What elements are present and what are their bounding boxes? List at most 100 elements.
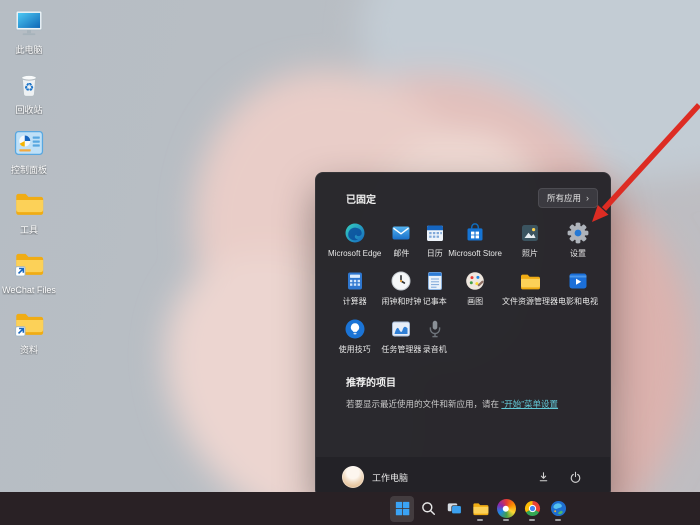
win-start-icon — [393, 499, 412, 518]
download-icon — [539, 471, 547, 481]
search-icon — [419, 499, 438, 518]
settings-icon — [565, 220, 591, 246]
pinned-app-Microsoft Edge[interactable]: Microsoft Edge — [328, 218, 381, 264]
photos-icon — [517, 220, 543, 246]
user-account-button[interactable]: 工作电脑 — [342, 466, 408, 488]
taskbar-chrome-button[interactable] — [520, 496, 544, 522]
control-panel-icon — [12, 126, 46, 165]
chrome-icon — [523, 499, 542, 518]
pinned-app-label: 任务管理器 — [381, 345, 422, 354]
pinned-apps-grid: Microsoft Edge 邮件 日历 Microsoft Store 照片 设置计算器… — [328, 218, 598, 360]
power-button[interactable] — [566, 468, 584, 486]
paint-icon — [462, 268, 488, 294]
pinned-app-画图[interactable]: 画图 — [448, 266, 502, 312]
store-icon — [462, 220, 488, 246]
pinned-app-label: 文件资源管理器 — [502, 297, 558, 306]
recorder-icon — [422, 316, 448, 342]
taskbar-start-button[interactable] — [390, 495, 414, 522]
this-pc-icon — [12, 6, 46, 45]
all-apps-button[interactable]: 所有应用 › — [537, 188, 598, 208]
calculator-icon — [342, 268, 368, 294]
pinned-app-label: 电影和电视 — [558, 297, 598, 306]
taskbar-icon-row — [390, 492, 570, 525]
pinned-app-label: 邮件 — [393, 249, 410, 258]
desktop-icon-此电脑[interactable]: 此电脑 — [2, 6, 56, 66]
user-avatar — [342, 466, 364, 488]
pinned-app-label: 使用技巧 — [338, 345, 371, 354]
start-menu: 已固定 所有应用 › Microsoft Edge 邮件 日历 Microsoft S… — [315, 172, 611, 498]
pinned-app-设置[interactable]: 设置 — [558, 218, 598, 264]
taskbar-color-wheel-app-button[interactable] — [494, 496, 518, 522]
start-menu-header: 已固定 所有应用 › — [346, 188, 598, 208]
desktop-icon-list: 此电脑 ♻ 回收站控制面板工具 WeChat Files 资料 — [2, 6, 56, 366]
folder-icon — [12, 186, 46, 225]
pinned-app-label: Microsoft Store — [448, 249, 502, 258]
taskbar — [0, 492, 700, 525]
power-icon — [570, 471, 580, 483]
taskbar-search-button[interactable] — [416, 496, 440, 522]
pinned-app-label: 闹钟和时钟 — [381, 297, 422, 306]
explorer-icon — [517, 268, 543, 294]
taskbar-task-view-button[interactable] — [442, 496, 466, 522]
running-indicator — [555, 518, 561, 521]
movies-icon — [565, 268, 591, 294]
user-name: 工作电脑 — [372, 472, 409, 483]
color-wheel-glyph — [496, 499, 516, 518]
chevron-right-icon: › — [586, 193, 589, 203]
pinned-app-label: 设置 — [570, 249, 586, 258]
user-bar-actions — [534, 468, 584, 486]
calendar-icon — [422, 220, 448, 246]
desktop-icon-WeChat Files[interactable]: WeChat Files — [2, 246, 56, 306]
desktop: 此电脑 ♻ 回收站控制面板工具 WeChat Files 资料 已固定 所有应用 › M… — [0, 0, 700, 525]
recycle-bin-icon: ♻ — [12, 66, 46, 105]
pinned-app-使用技巧[interactable]: 使用技巧 — [328, 314, 381, 360]
running-indicator — [529, 518, 535, 521]
desktop-icon-label: 资料 — [19, 345, 38, 355]
notepad-icon — [422, 268, 448, 294]
pinned-app-Microsoft Store[interactable]: Microsoft Store — [448, 218, 502, 264]
pinned-app-label: 计算器 — [342, 297, 367, 306]
desktop-icon-控制面板[interactable]: 控制面板 — [2, 126, 56, 186]
svg-text:♻: ♻ — [24, 80, 34, 94]
clock-icon — [388, 268, 414, 294]
desktop-icon-资料[interactable]: 资料 — [2, 306, 56, 366]
pinned-app-label: 录音机 — [422, 345, 447, 354]
pinned-app-邮件[interactable]: 邮件 — [381, 218, 421, 264]
recommended-text: 若要显示最近使用的文件和新应用，请在 “开始”菜单设置 — [346, 398, 598, 410]
pinned-app-记事本[interactable]: 记事本 — [421, 266, 448, 312]
pinned-app-照片[interactable]: 照片 — [502, 218, 558, 264]
taskmgr-icon — [388, 316, 414, 342]
pinned-app-任务管理器[interactable]: 任务管理器 — [381, 314, 421, 360]
running-indicator — [503, 518, 509, 521]
pinned-app-电影和电视[interactable]: 电影和电视 — [558, 266, 598, 312]
desktop-icon-label: WeChat Files — [2, 285, 56, 295]
folder-icon — [12, 246, 46, 285]
desktop-icon-工具[interactable]: 工具 — [2, 186, 56, 246]
pinned-app-label: 记事本 — [422, 297, 447, 306]
start-settings-link[interactable]: “开始”菜单设置 — [501, 399, 558, 409]
pinned-app-计算器[interactable]: 计算器 — [328, 266, 381, 312]
update-download-button[interactable] — [534, 468, 552, 486]
pinned-app-文件资源管理器[interactable]: 文件资源管理器 — [502, 266, 558, 312]
recommended-section: 推荐的项目 若要显示最近使用的文件和新应用，请在 “开始”菜单设置 — [346, 374, 598, 410]
edge-icon — [342, 220, 368, 246]
pinned-app-日历[interactable]: 日历 — [421, 218, 448, 264]
pinned-app-label: Microsoft Edge — [328, 249, 382, 258]
pinned-app-录音机[interactable]: 录音机 — [421, 314, 448, 360]
pinned-app-label: 日历 — [426, 249, 443, 258]
color-wheel-icon — [496, 499, 516, 518]
tips-icon — [342, 316, 368, 342]
desktop-icon-label: 此电脑 — [15, 45, 43, 55]
desktop-icon-回收站[interactable]: ♻ 回收站 — [2, 66, 56, 126]
taskbar-file-explorer-button[interactable] — [468, 496, 492, 522]
folder-icon — [12, 306, 46, 345]
desktop-icon-label: 控制面板 — [10, 165, 47, 175]
recommended-text-body: 若要显示最近使用的文件和新应用，请在 — [346, 399, 502, 409]
desktop-icon-label: 回收站 — [15, 105, 43, 115]
start-menu-user-bar: 工作电脑 — [316, 457, 610, 497]
desktop-icon-label: 工具 — [19, 225, 38, 235]
pinned-app-闹钟和时钟[interactable]: 闹钟和时钟 — [381, 266, 421, 312]
globe-icon — [549, 499, 568, 518]
taskbar-browser-globe-button[interactable] — [546, 496, 570, 522]
all-apps-label: 所有应用 — [546, 193, 581, 203]
